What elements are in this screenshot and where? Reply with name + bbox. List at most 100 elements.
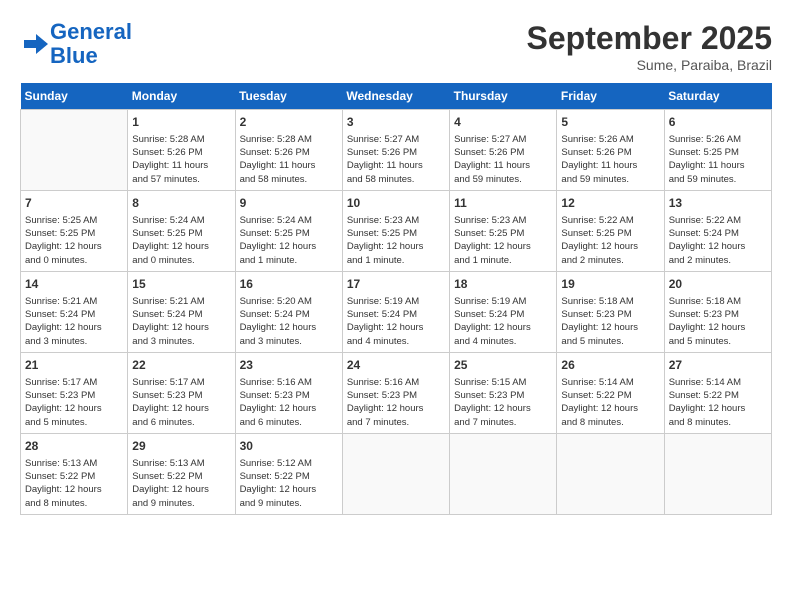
logo: General Blue [20,20,132,68]
day-info: Sunrise: 5:15 AMSunset: 5:23 PMDaylight:… [454,376,552,429]
calendar-week-row: 1 Sunrise: 5:28 AMSunset: 5:26 PMDaylight… [21,110,772,191]
calendar-cell: 18Sunrise: 5:19 AMSunset: 5:24 PMDayligh… [450,271,557,352]
weekday-header: Thursday [450,83,557,110]
month-title: September 2025 Sume, Paraiba, Brazil [527,20,772,73]
calendar-cell: 5 Sunrise: 5:26 AMSunset: 5:26 PMDaylight… [557,110,664,191]
day-info: Sunrise: 5:14 AMSunset: 5:22 PMDaylight:… [561,376,659,429]
day-number: 17 [347,276,445,293]
page-header: General Blue September 2025 Sume, Paraib… [20,20,772,73]
weekday-row: SundayMondayTuesdayWednesdayThursdayFrid… [21,83,772,110]
calendar-cell: 2 Sunrise: 5:28 AMSunset: 5:26 PMDaylight… [235,110,342,191]
calendar-cell: 20 Sunrise: 5:18 AMSunset: 5:23 PMDayligh… [664,271,771,352]
day-number: 22 [132,357,230,374]
day-number: 15 [132,276,230,293]
calendar-cell [342,433,449,514]
calendar-header: SundayMondayTuesdayWednesdayThursdayFrid… [21,83,772,110]
calendar-body: 1 Sunrise: 5:28 AMSunset: 5:26 PMDaylight… [21,110,772,515]
calendar-cell: 8 Sunrise: 5:24 AMSunset: 5:25 PMDaylight… [128,190,235,271]
day-number: 19 [561,276,659,293]
day-info: Sunrise: 5:23 AMSunset: 5:25 PMDaylight:… [347,214,445,267]
calendar-cell: 17 Sunrise: 5:19 AMSunset: 5:24 PMDayligh… [342,271,449,352]
calendar-cell: 23 Sunrise: 5:16 AMSunset: 5:23 PMDayligh… [235,352,342,433]
logo-text: General Blue [50,20,132,68]
day-info: Sunrise: 5:21 AMSunset: 5:24 PMDaylight:… [132,295,230,348]
day-number: 29 [132,438,230,455]
day-info: Sunrise: 5:23 AMSunset: 5:25 PMDaylight:… [454,214,552,267]
calendar-cell: 13Sunrise: 5:22 AMSunset: 5:24 PMDayligh… [664,190,771,271]
logo-line1: General [50,19,132,44]
day-info: Sunrise: 5:27 AMSunset: 5:26 PMDaylight:… [347,133,445,186]
calendar-cell: 1Sunrise: 5:28 AMSunset: 5:26 PMDaylight… [128,110,235,191]
calendar-cell: 19 Sunrise: 5:18 AMSunset: 5:23 PMDayligh… [557,271,664,352]
day-info: Sunrise: 5:18 AMSunset: 5:23 PMDaylight:… [669,295,767,348]
day-number: 2 [240,114,338,131]
day-number: 5 [561,114,659,131]
calendar-cell: 29 Sunrise: 5:13 AMSunset: 5:22 PMDayligh… [128,433,235,514]
calendar-cell: 15 Sunrise: 5:21 AMSunset: 5:24 PMDayligh… [128,271,235,352]
day-info: Sunrise: 5:28 AMSunset: 5:26 PMDaylight:… [240,133,338,186]
day-info: Sunrise: 5:20 AMSunset: 5:24 PMDaylight:… [240,295,338,348]
day-info: Sunrise: 5:16 AMSunset: 5:23 PMDaylight:… [240,376,338,429]
logo-icon [20,30,48,58]
calendar-week-row: 14 Sunrise: 5:21 AMSunset: 5:24 PMDayligh… [21,271,772,352]
location: Sume, Paraiba, Brazil [527,57,772,73]
day-number: 10 [347,195,445,212]
day-number: 16 [240,276,338,293]
day-number: 28 [25,438,123,455]
day-number: 24 [347,357,445,374]
calendar-cell: 28 Sunrise: 5:13 AMSunset: 5:22 PMDayligh… [21,433,128,514]
calendar-cell: 25Sunrise: 5:15 AMSunset: 5:23 PMDayligh… [450,352,557,433]
day-info: Sunrise: 5:17 AMSunset: 5:23 PMDaylight:… [132,376,230,429]
day-info: Sunrise: 5:26 AMSunset: 5:26 PMDaylight:… [561,133,659,186]
calendar-week-row: 7Sunrise: 5:25 AMSunset: 5:25 PMDaylight… [21,190,772,271]
weekday-header: Friday [557,83,664,110]
calendar-cell: 22 Sunrise: 5:17 AMSunset: 5:23 PMDayligh… [128,352,235,433]
day-info: Sunrise: 5:13 AMSunset: 5:22 PMDaylight:… [132,457,230,510]
day-info: Sunrise: 5:17 AMSunset: 5:23 PMDaylight:… [25,376,123,429]
day-number: 9 [240,195,338,212]
calendar-cell: 26 Sunrise: 5:14 AMSunset: 5:22 PMDayligh… [557,352,664,433]
weekday-header: Monday [128,83,235,110]
day-number: 27 [669,357,767,374]
day-info: Sunrise: 5:12 AMSunset: 5:22 PMDaylight:… [240,457,338,510]
day-number: 3 [347,114,445,131]
day-number: 26 [561,357,659,374]
day-number: 8 [132,195,230,212]
day-number: 6 [669,114,767,131]
calendar-cell: 4 Sunrise: 5:27 AMSunset: 5:26 PMDaylight… [450,110,557,191]
day-number: 30 [240,438,338,455]
calendar-cell: 12Sunrise: 5:22 AMSunset: 5:25 PMDayligh… [557,190,664,271]
day-number: 4 [454,114,552,131]
day-number: 11 [454,195,552,212]
calendar-cell: 21 Sunrise: 5:17 AMSunset: 5:23 PMDayligh… [21,352,128,433]
weekday-header: Saturday [664,83,771,110]
calendar-cell: 16 Sunrise: 5:20 AMSunset: 5:24 PMDayligh… [235,271,342,352]
day-info: Sunrise: 5:18 AMSunset: 5:23 PMDaylight:… [561,295,659,348]
calendar-cell [557,433,664,514]
day-info: Sunrise: 5:24 AMSunset: 5:25 PMDaylight:… [240,214,338,267]
day-info: Sunrise: 5:14 AMSunset: 5:22 PMDaylight:… [669,376,767,429]
day-number: 18 [454,276,552,293]
weekday-header: Tuesday [235,83,342,110]
day-info: Sunrise: 5:21 AMSunset: 5:24 PMDaylight:… [25,295,123,348]
calendar-table: SundayMondayTuesdayWednesdayThursdayFrid… [20,83,772,515]
day-number: 21 [25,357,123,374]
calendar-cell [450,433,557,514]
calendar-week-row: 28 Sunrise: 5:13 AMSunset: 5:22 PMDayligh… [21,433,772,514]
logo-line2: Blue [50,43,98,68]
day-number: 7 [25,195,123,212]
day-info: Sunrise: 5:16 AMSunset: 5:23 PMDaylight:… [347,376,445,429]
calendar-cell: 9 Sunrise: 5:24 AMSunset: 5:25 PMDaylight… [235,190,342,271]
month-year: September 2025 [527,20,772,57]
day-number: 14 [25,276,123,293]
day-info: Sunrise: 5:19 AMSunset: 5:24 PMDaylight:… [347,295,445,348]
day-number: 20 [669,276,767,293]
day-info: Sunrise: 5:24 AMSunset: 5:25 PMDaylight:… [132,214,230,267]
calendar-cell [21,110,128,191]
day-number: 1 [132,114,230,131]
day-info: Sunrise: 5:27 AMSunset: 5:26 PMDaylight:… [454,133,552,186]
calendar-cell: 11 Sunrise: 5:23 AMSunset: 5:25 PMDayligh… [450,190,557,271]
day-number: 13 [669,195,767,212]
day-info: Sunrise: 5:13 AMSunset: 5:22 PMDaylight:… [25,457,123,510]
day-number: 23 [240,357,338,374]
